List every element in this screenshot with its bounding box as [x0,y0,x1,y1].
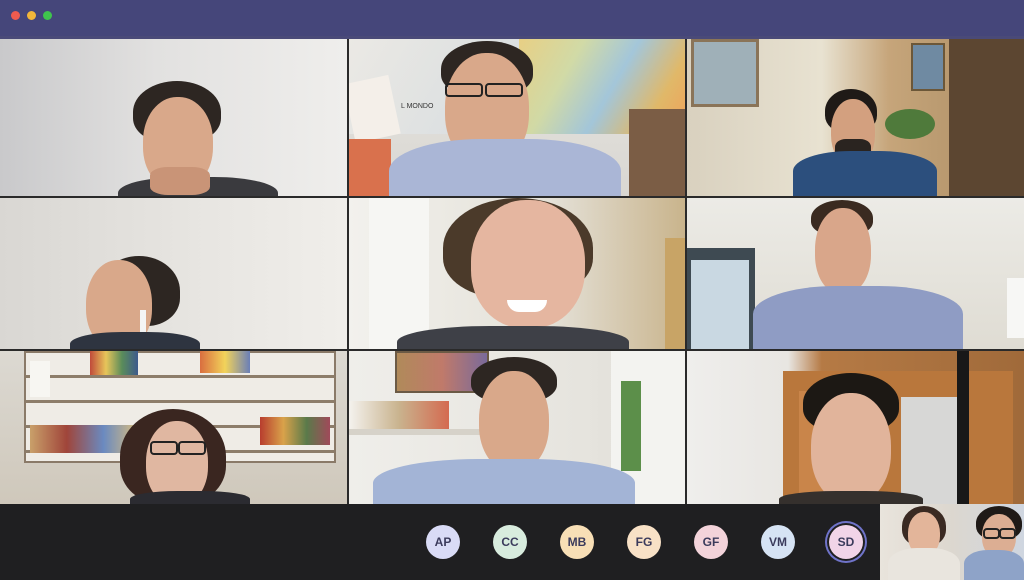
avatar-initials: GF [702,535,720,549]
participant-bar: AP CC MB FG GF VM SD [0,504,1024,580]
close-window-button[interactable] [11,11,20,20]
video-tile-5[interactable] [349,198,685,349]
participant-avatar-fg[interactable]: FG [627,525,661,559]
video-tile-9[interactable] [687,351,1024,504]
avatar-initials: VM [769,535,787,549]
participant-avatar-mb[interactable]: MB [560,525,594,559]
avatar-initials: SD [837,535,855,549]
video-grid: L MONDO [0,39,1024,504]
self-view-video[interactable] [880,504,1024,580]
participant-avatar-vm[interactable]: VM [761,525,795,559]
video-tile-1[interactable] [0,39,347,196]
video-tile-2[interactable]: L MONDO [349,39,685,196]
avatar-initials: MB [567,535,587,549]
video-tile-8[interactable] [349,351,685,504]
maximize-window-button[interactable] [43,11,52,20]
participant-avatar-ap[interactable]: AP [426,525,460,559]
participant-avatar-cc[interactable]: CC [493,525,527,559]
video-tile-6[interactable] [687,198,1024,349]
video-tile-3[interactable] [687,39,1024,196]
participant-avatar-sd[interactable]: SD [829,525,863,559]
minimize-window-button[interactable] [27,11,36,20]
map-label: L MONDO [401,103,434,110]
avatar-initials: AP [434,535,452,549]
avatar-initials: FG [635,535,653,549]
video-tile-7[interactable] [0,351,347,504]
video-tile-4[interactable] [0,198,347,349]
window-titlebar [0,0,1024,36]
avatar-initials: CC [501,535,519,549]
participant-avatar-gf[interactable]: GF [694,525,728,559]
